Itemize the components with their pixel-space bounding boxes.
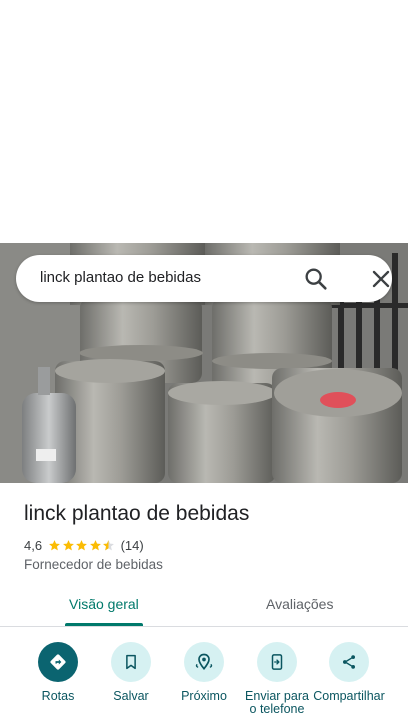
place-category: Fornecedor de bebidas [24,557,163,572]
search-bar[interactable]: linck plantao de bebidas [16,255,392,302]
nearby-icon [195,653,213,670]
close-icon[interactable] [367,265,395,293]
search-icon[interactable] [302,265,330,293]
directions-icon [50,654,66,670]
search-query[interactable]: linck plantao de bebidas [40,269,201,286]
star-icon [89,539,101,550]
tab-overview[interactable]: Visão geral [69,596,139,612]
save-label: Salvar [113,689,149,703]
share-icon [343,655,355,669]
rating-row[interactable]: 4,6 (14) [24,537,144,553]
star-rating [48,539,116,552]
directions-button[interactable]: Rotas [21,642,95,703]
bookmark-icon [126,654,136,670]
nearby-button[interactable]: Próximo [167,642,241,703]
star-icon [49,539,60,550]
save-button[interactable]: Salvar [94,642,168,703]
star-icon [76,539,87,550]
directions-label: Rotas [41,689,75,703]
tabs-divider [0,626,408,627]
place-title: linck plantao de bebidas [24,502,250,525]
map-area[interactable] [0,0,408,243]
send-to-phone-button[interactable]: Enviar para o telefone [240,642,314,716]
star-icon [62,539,74,550]
review-count[interactable]: (14) [121,538,144,553]
star-half-icon [103,539,114,550]
nearby-label: Próximo [181,689,227,703]
share-label: Compartilhar [313,689,385,703]
send-to-phone-label: Enviar para o telefone [245,689,309,716]
rating-value: 4,6 [24,537,43,553]
tab-reviews[interactable]: Avaliações [266,596,333,612]
send-to-phone-icon [271,654,283,670]
share-button[interactable]: Compartilhar [312,642,386,703]
